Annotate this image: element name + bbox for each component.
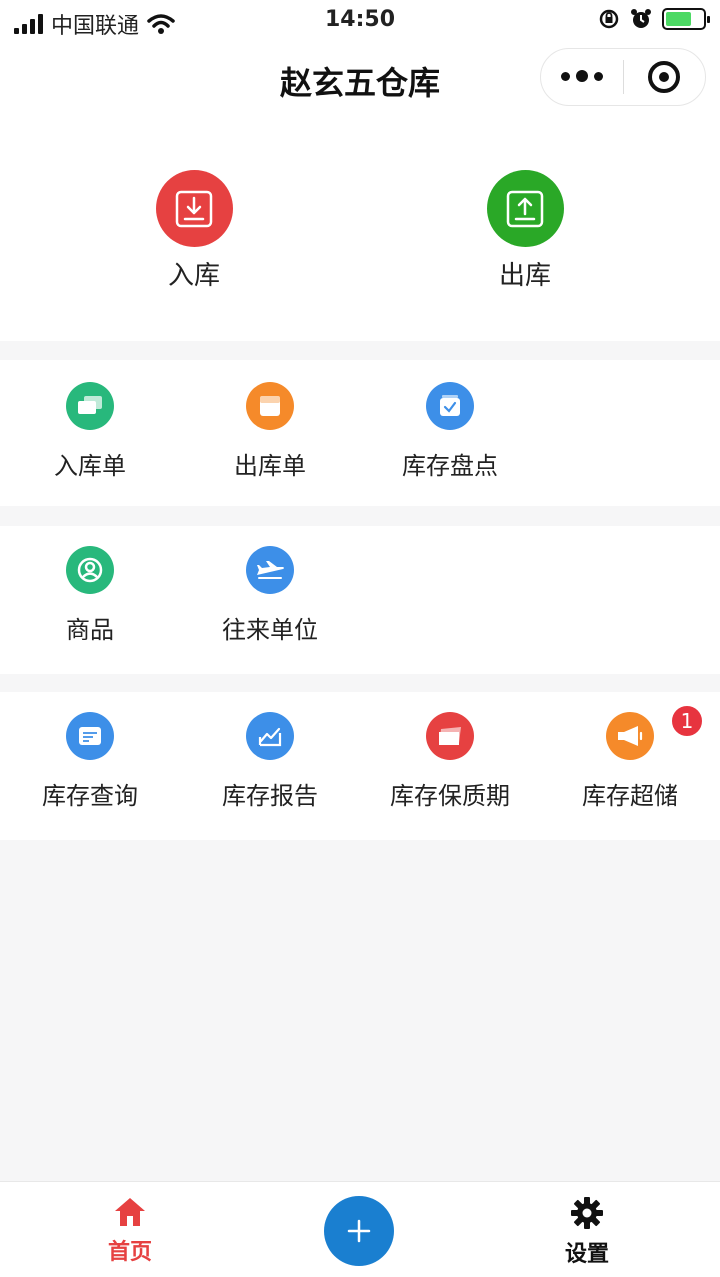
card-icon	[66, 712, 114, 760]
chat-icon	[66, 382, 114, 430]
hero-section: 入库 出库	[0, 115, 720, 341]
close-icon[interactable]	[624, 61, 706, 93]
documents-section: 入库单 出库单 库存盘点	[0, 360, 720, 506]
stock-out-button[interactable]: 出库	[425, 170, 625, 292]
stock-report-item[interactable]: 库存报告	[180, 712, 360, 811]
nav-bar: 赵玄五仓库	[0, 40, 720, 115]
grid-item-label: 库存盘点	[402, 452, 498, 480]
reports-section: 库存查询 库存报告 库存保质期 1 库存超储	[0, 692, 720, 840]
megaphone-icon	[606, 712, 654, 760]
status-right	[598, 8, 710, 30]
user-circle-icon	[66, 546, 114, 594]
grid-item-label: 出库单	[234, 452, 306, 480]
airplane-icon	[246, 546, 294, 594]
gear-icon	[571, 1197, 603, 1229]
stock-in-label: 入库	[167, 261, 220, 291]
master-data-section: 商品 往来单位	[0, 526, 720, 674]
chart-icon	[246, 712, 294, 760]
stock-out-orders-item[interactable]: 出库单	[180, 382, 360, 481]
grid-item-label: 库存超储	[582, 782, 678, 810]
tab-settings[interactable]: 设置	[507, 1196, 667, 1268]
more-icon[interactable]	[541, 70, 623, 83]
rotation-lock-icon	[599, 9, 619, 29]
add-button[interactable]	[324, 1196, 394, 1266]
stock-query-item[interactable]: 库存查询	[0, 712, 180, 811]
grid-item-label: 入库单	[54, 452, 126, 480]
grid-item-label: 库存查询	[42, 782, 138, 810]
tab-home[interactable]: 首页	[50, 1196, 210, 1266]
ticket-icon	[426, 712, 474, 760]
alarm-icon	[631, 9, 651, 28]
overstock-item[interactable]: 1 库存超储	[540, 704, 720, 811]
checklist-icon	[426, 382, 474, 430]
grid-item-label: 往来单位	[222, 616, 318, 644]
plus-icon	[347, 1219, 371, 1243]
status-bar: 中国联通 14:50	[0, 0, 720, 40]
notification-badge: 1	[670, 704, 704, 738]
stock-in-button[interactable]: 入库	[94, 170, 294, 292]
tab-home-label: 首页	[107, 1240, 152, 1265]
products-item[interactable]: 商品	[0, 546, 180, 645]
grid-item-label: 库存保质期	[390, 782, 510, 810]
stock-out-label: 出库	[498, 261, 551, 291]
download-tray-icon	[155, 170, 233, 247]
stock-in-orders-item[interactable]: 入库单	[0, 382, 180, 481]
battery-icon	[662, 8, 710, 30]
stock-count-item[interactable]: 库存盘点	[360, 382, 540, 481]
shelf-life-item[interactable]: 库存保质期	[360, 712, 540, 811]
miniprogram-capsule	[540, 48, 706, 106]
grid-item-label: 库存报告	[222, 782, 318, 810]
grid-item-label: 商品	[66, 616, 114, 644]
tab-settings-label: 设置	[564, 1242, 609, 1267]
partners-item[interactable]: 往来单位	[180, 546, 360, 645]
upload-tray-icon	[486, 170, 564, 247]
document-icon	[246, 382, 294, 430]
home-icon	[115, 1198, 145, 1226]
tab-bar: 首页 设置	[0, 1181, 720, 1277]
